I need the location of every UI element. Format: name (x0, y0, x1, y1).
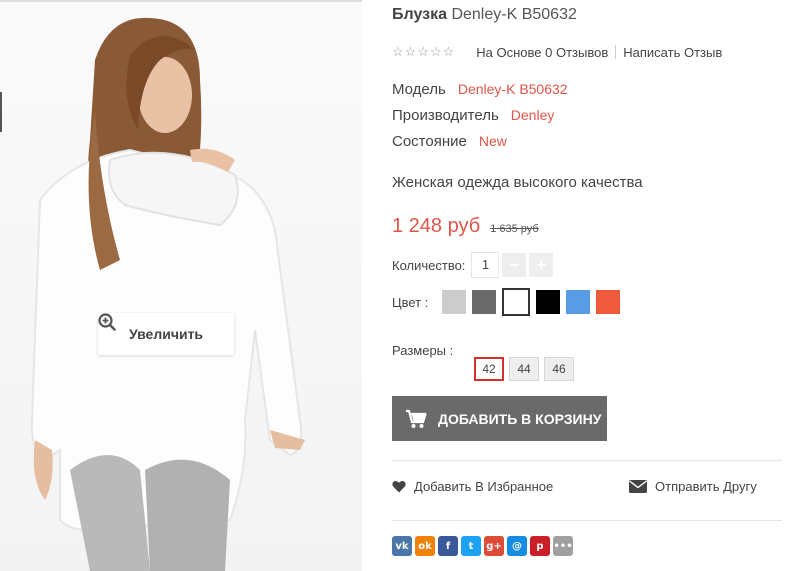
odnoklassniki-share-icon[interactable]: ok (415, 536, 435, 556)
quantity-input[interactable]: 1 (471, 252, 500, 278)
spec-label: Производитель (392, 107, 499, 124)
add-to-cart-button[interactable]: ДОБАВИТЬ В КОРЗИНУ (392, 396, 607, 441)
zoom-label: Увеличить (128, 326, 204, 342)
color-label: Цвет : (392, 294, 429, 310)
mail-share-icon[interactable]: @ (507, 536, 527, 556)
star-icon: ☆ (442, 44, 455, 59)
vk-share-icon[interactable]: vk (392, 536, 412, 556)
size-options: 42 44 46 (474, 357, 574, 381)
color-swatch-blue[interactable] (566, 290, 591, 314)
envelope-icon (629, 480, 647, 493)
model-photo (30, 17, 305, 571)
add-to-wishlist-button[interactable]: Добавить В Избранное (392, 479, 553, 494)
sizes-label: Размеры : (392, 343, 454, 358)
color-swatch-black[interactable] (536, 290, 561, 314)
facebook-share-icon[interactable]: f (438, 536, 458, 556)
product-description: Женская одежда высокого качества (392, 174, 643, 191)
spec-condition: Состояние New (392, 133, 507, 150)
title-main: Блузка (392, 6, 447, 23)
divider (392, 460, 782, 461)
zoom-button[interactable]: Увеличить (98, 313, 234, 355)
old-price: 1 635 руб (490, 223, 539, 235)
add-to-cart-label: ДОБАВИТЬ В КОРЗИНУ (438, 410, 602, 427)
size-option[interactable]: 42 (474, 357, 504, 381)
twitter-share-icon[interactable]: t (461, 536, 481, 556)
price-block: 1 248 руб 1 635 руб (392, 215, 539, 238)
color-row: Цвет : (392, 288, 626, 316)
quantity-row: Количество: 1 − + (392, 252, 554, 278)
zoom-in-icon (98, 313, 116, 331)
write-review-link[interactable]: Написать Отзыв (623, 45, 722, 60)
rating-row: ☆ ☆ ☆ ☆ ☆ На Основе 0 Отзывов Написать О… (392, 44, 722, 60)
quantity-plus-button[interactable]: + (529, 253, 554, 277)
star-icon: ☆ (404, 44, 417, 59)
pinterest-share-icon[interactable]: p (530, 536, 550, 556)
product-image[interactable]: Увеличить (0, 0, 362, 571)
spec-value: Denley-K B50632 (457, 81, 568, 97)
heart-icon (392, 480, 406, 493)
color-swatch-red[interactable] (596, 290, 621, 314)
product-title: Блузка Denley-K B50632 (392, 6, 577, 24)
quantity-label: Количество: (392, 257, 466, 273)
color-swatch-white[interactable] (502, 288, 531, 316)
size-option[interactable]: 44 (509, 357, 539, 381)
social-share-bar: vk ok f t g+ @ p ••• (392, 536, 573, 556)
current-price: 1 248 руб (392, 215, 481, 237)
spec-model: Модель Denley-K B50632 (392, 81, 568, 98)
send-friend-label: Отправить Другу (655, 479, 757, 494)
send-to-friend-button[interactable]: Отправить Другу (629, 479, 757, 494)
spec-label: Модель (392, 81, 446, 98)
more-share-icon[interactable]: ••• (553, 536, 573, 556)
reviews-link[interactable]: На Основе 0 Отзывов (476, 45, 608, 60)
color-swatch-gray[interactable] (472, 290, 497, 314)
title-model: Denley-K B50632 (451, 6, 577, 23)
quantity-minus-button[interactable]: − (502, 253, 527, 277)
cart-icon (406, 409, 427, 428)
rating-stars: ☆ ☆ ☆ ☆ ☆ (392, 44, 454, 60)
divider (392, 520, 782, 521)
star-icon: ☆ (417, 44, 429, 59)
wishlist-label: Добавить В Избранное (414, 479, 554, 494)
spec-value: New (478, 133, 507, 149)
spec-manufacturer: Производитель Denley (392, 107, 554, 124)
color-swatch-lightgray[interactable] (442, 290, 467, 314)
spec-label: Состояние (392, 133, 467, 150)
manufacturer-link[interactable]: Denley (511, 107, 555, 123)
size-option[interactable]: 46 (544, 357, 574, 381)
google-plus-share-icon[interactable]: g+ (484, 536, 504, 556)
divider (615, 45, 617, 59)
star-icon: ☆ (392, 44, 404, 59)
star-icon: ☆ (429, 44, 442, 59)
